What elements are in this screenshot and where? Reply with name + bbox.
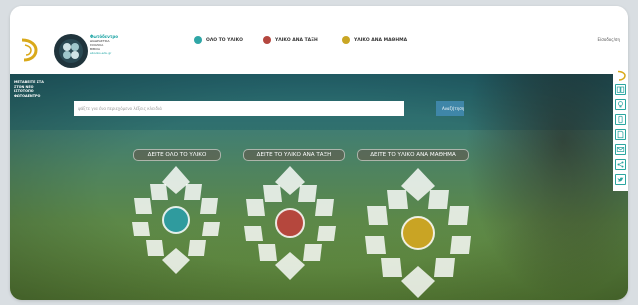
nav-by-subject[interactable]: ΥΛΙΚΟ ΑΝΑ ΜΑΘΗΜΑ xyxy=(342,36,407,44)
right-sidebar xyxy=(613,69,628,191)
browser-window: Φωτόδεντρο ΔΙΑΔΡΑΣΤΙΚΑ ΣΧΟΛΙΚΑ ΒΙΒΛΙΑ eb… xyxy=(10,6,628,300)
category-label-all[interactable]: ΔΕΙΤΕ ΟΛΟ ΤΟ ΥΛΙΚΟ xyxy=(133,149,221,161)
category-label-by-subject[interactable]: ΔΕΙΤΕ ΤΟ ΥΛΙΚΟ ΑΝΑ ΜΑΘΗΜΑ xyxy=(357,149,469,161)
brand-logo-icon[interactable] xyxy=(54,34,88,68)
circle-icon xyxy=(263,36,271,44)
lightbulb-icon[interactable] xyxy=(615,99,626,110)
circle-icon xyxy=(194,36,202,44)
nav-label: ΟΛΟ ΤΟ ΥΛΙΚΟ xyxy=(206,37,243,43)
nav-label: ΥΛΙΚΟ ΑΝΑ ΤΑΞΗ xyxy=(275,37,318,43)
search-button[interactable]: Αναζήτηση xyxy=(436,101,464,116)
flower-by-subject-icon[interactable] xyxy=(360,166,476,300)
nav-all-material[interactable]: ΟΛΟ ΤΟ ΥΛΙΚΟ xyxy=(194,36,243,44)
site-header: Φωτόδεντρο ΔΙΑΔΡΑΣΤΙΚΑ ΣΧΟΛΙΚΑ ΒΙΒΛΙΑ eb… xyxy=(10,6,628,74)
login-link[interactable]: Είσοδος/ση xyxy=(597,37,620,42)
share-icon[interactable] xyxy=(615,159,626,170)
side-links[interactable]: ΜΕΤΑΒΕΙΤΕ ΣΤΑ ΣΤΟΝ ΝΕΟ ΙΣΤΟΤΟΠΟ ΦΩΤΟΔΕΝΤ… xyxy=(14,80,62,98)
brand-text[interactable]: Φωτόδεντρο ΔΙΑΔΡΑΣΤΙΚΑ ΣΧΟΛΙΚΑ ΒΙΒΛΙΑ eb… xyxy=(90,34,154,55)
category-label-by-class[interactable]: ΔΕΙΤΕ ΤΟ ΥΛΙΚΟ ΑΝΑ ΤΑΞΗ xyxy=(243,149,345,161)
side-link-line: ΦΩΤΟΔΕΝΤΡΟ xyxy=(14,93,41,98)
logo-icon[interactable] xyxy=(615,70,626,81)
mobile-icon[interactable] xyxy=(615,114,626,125)
flower-all-material-icon[interactable] xyxy=(128,164,224,276)
search-input[interactable] xyxy=(74,101,404,116)
mail-icon[interactable] xyxy=(615,144,626,155)
flower-by-class-icon[interactable] xyxy=(240,164,340,282)
twitter-icon[interactable] xyxy=(615,174,626,185)
book-icon[interactable] xyxy=(615,84,626,95)
site-logo-icon[interactable] xyxy=(16,36,38,64)
nav-by-class[interactable]: ΥΛΙΚΟ ΑΝΑ ΤΑΞΗ xyxy=(263,36,318,44)
brand-url: ebooks.edu.gr xyxy=(90,51,112,55)
nav-label: ΥΛΙΚΟ ΑΝΑ ΜΑΘΗΜΑ xyxy=(354,37,408,43)
circle-icon xyxy=(342,36,350,44)
hero-banner: ΜΕΤΑΒΕΙΤΕ ΣΤΑ ΣΤΟΝ ΝΕΟ ΙΣΤΟΤΟΠΟ ΦΩΤΟΔΕΝΤ… xyxy=(10,74,628,300)
file-icon[interactable] xyxy=(615,129,626,140)
